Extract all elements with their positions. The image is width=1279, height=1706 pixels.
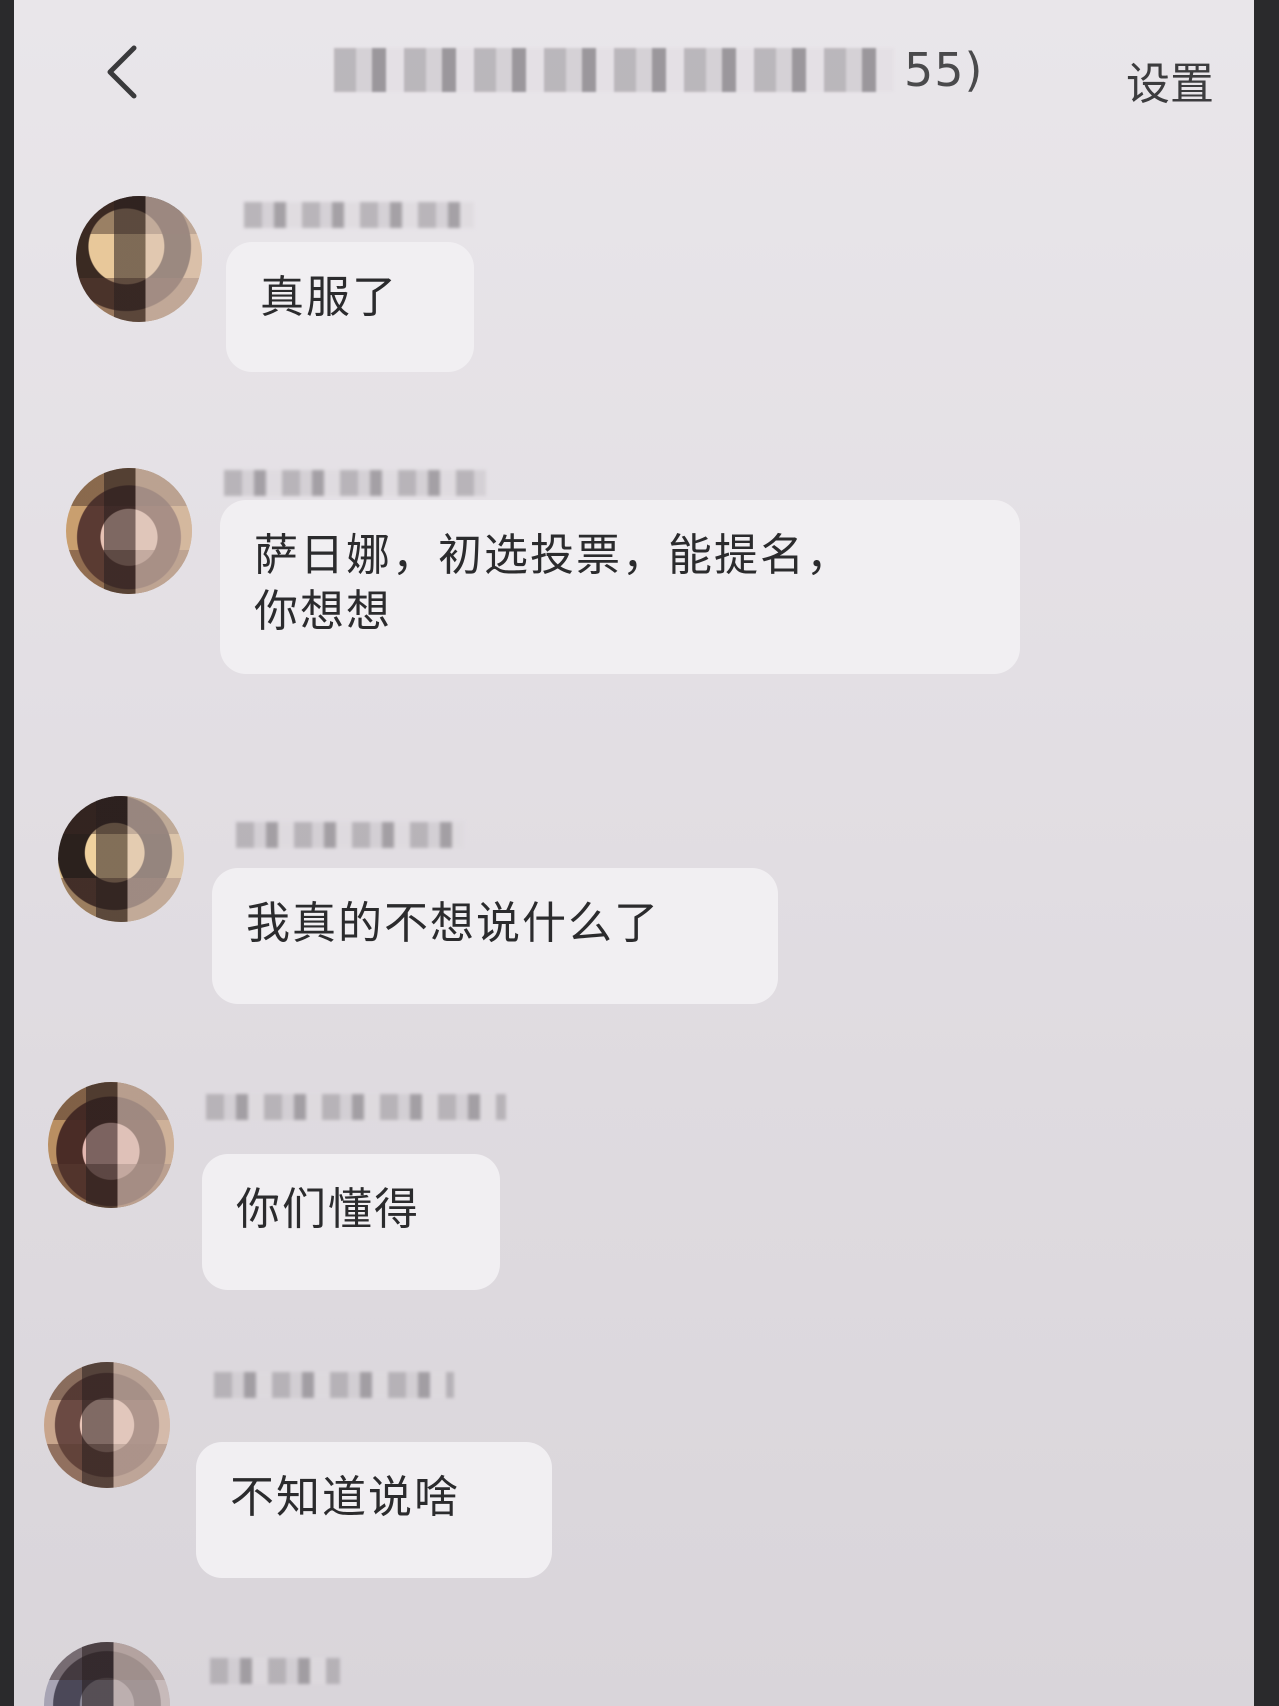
woman-portrait-icon (58, 796, 184, 922)
nav-bar: 55) 设置 (14, 0, 1254, 140)
message-bubble[interactable]: 你们懂得 (202, 1154, 500, 1290)
sender-name-redacted (214, 1372, 454, 1398)
sender-name-redacted (236, 822, 464, 848)
settings-button[interactable]: 设置 (1126, 48, 1214, 112)
avatar[interactable] (44, 1362, 170, 1488)
sender-name-redacted (210, 1658, 340, 1684)
avatar[interactable] (66, 468, 192, 594)
message-bubble[interactable]: 真服了 (226, 242, 474, 372)
group-title: 55) (334, 40, 1004, 100)
costume-portrait-icon (48, 1082, 174, 1208)
avatar[interactable] (58, 796, 184, 922)
message-bubble[interactable]: 我真的不想说什么了 (212, 868, 778, 1004)
message-list[interactable]: 真服了 萨日娜，初选投票，能提名， 你想想 我真的不想说什么了 你们懂得 不知道… (14, 140, 1254, 1706)
avatar[interactable] (44, 1642, 170, 1706)
avatar[interactable] (48, 1082, 174, 1208)
back-arrow-icon[interactable] (96, 42, 156, 102)
message-bubble[interactable]: 不知道说啥 (196, 1442, 552, 1578)
woman-portrait-icon (76, 196, 202, 322)
message-bubble[interactable]: 萨日娜，初选投票，能提名， 你想想 (220, 500, 1020, 674)
portrait-icon (44, 1642, 170, 1706)
sender-name-redacted (224, 470, 486, 496)
costume-portrait-icon (66, 468, 192, 594)
woman-portrait-icon (44, 1362, 170, 1488)
avatar[interactable] (76, 196, 202, 322)
sender-name-redacted (244, 202, 474, 228)
redacted-group-name (334, 48, 894, 92)
group-member-count: 55) (904, 43, 984, 97)
sender-name-redacted (206, 1094, 506, 1120)
chat-screen: 55) 设置 真服了 萨日娜，初选投票，能提名， 你想想 我真的不想说什么了 你… (14, 0, 1254, 1706)
